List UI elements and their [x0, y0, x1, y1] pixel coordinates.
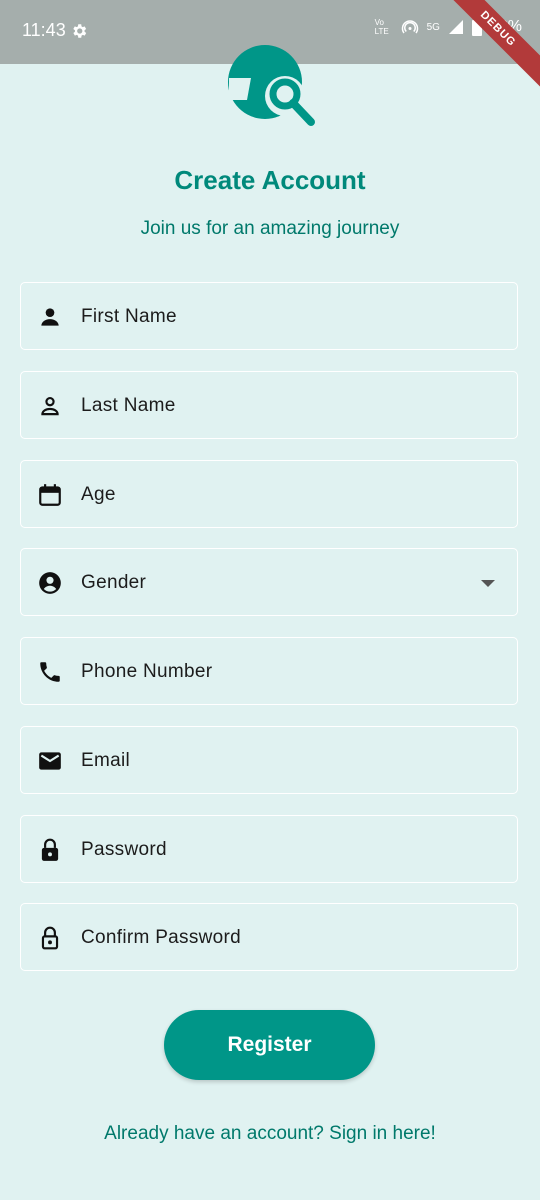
- status-time: 11:43: [22, 20, 66, 40]
- email-label: Email: [81, 750, 131, 771]
- app-logo-icon: [228, 45, 315, 126]
- person-icon: [41, 308, 59, 326]
- phone-field[interactable]: Phone Number: [20, 637, 518, 705]
- email-field[interactable]: Email: [20, 726, 518, 794]
- sign-in-link[interactable]: Already have an account? Sign in here!: [0, 1123, 540, 1145]
- account-circle-icon: [39, 572, 61, 594]
- page-title: Create Account: [174, 165, 366, 195]
- volte-indicator: Vo LTE: [374, 18, 389, 36]
- age-field[interactable]: Age: [20, 460, 518, 528]
- gender-dropdown[interactable]: Gender: [20, 548, 518, 616]
- lock-outline-icon: [41, 926, 59, 950]
- register-button[interactable]: Register: [164, 1010, 375, 1080]
- lock-icon: [41, 838, 59, 861]
- confirm-password-field[interactable]: Confirm Password: [20, 903, 518, 971]
- page-subtitle: Join us for an amazing journey: [140, 218, 400, 239]
- phone-label: Phone Number: [81, 661, 213, 682]
- hotspot-icon: [401, 20, 418, 34]
- debug-banner: DEBUG: [426, 0, 540, 101]
- last-name-label: Last Name: [81, 395, 176, 416]
- signal-icon: [448, 20, 463, 34]
- first-name-field[interactable]: First Name: [20, 282, 518, 350]
- first-name-label: First Name: [81, 306, 177, 327]
- phone-icon: [40, 662, 60, 682]
- dropdown-arrow-icon[interactable]: [481, 580, 495, 588]
- confirm-password-label: Confirm Password: [81, 927, 242, 948]
- network-type: 5G: [426, 21, 440, 33]
- calendar-icon: [39, 484, 61, 506]
- password-field[interactable]: Password: [20, 815, 518, 883]
- last-name-field[interactable]: Last Name: [20, 371, 518, 439]
- person-outline-icon: [41, 397, 59, 416]
- age-label: Age: [81, 484, 116, 505]
- gender-label: Gender: [81, 572, 147, 593]
- password-label: Password: [81, 839, 167, 860]
- mail-icon: [39, 752, 61, 770]
- settings-gear-icon: [73, 24, 87, 38]
